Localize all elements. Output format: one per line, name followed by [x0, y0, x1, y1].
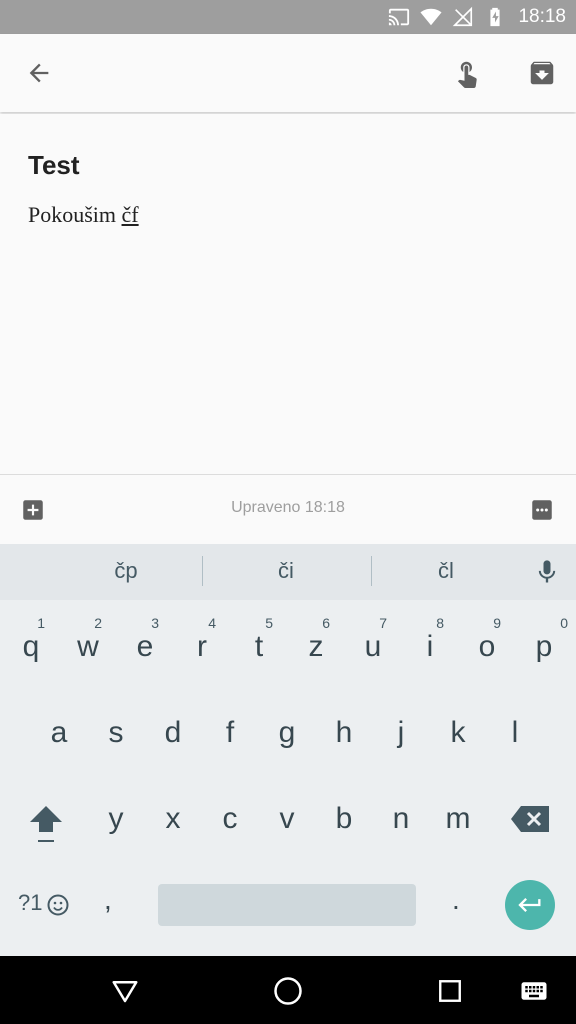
suggestion-divider	[371, 556, 372, 586]
note-body-text: Pokoušim	[28, 202, 122, 227]
symbols-key[interactable]: ?1	[18, 890, 42, 916]
enter-key[interactable]	[505, 880, 555, 930]
note-body[interactable]: Pokoušim čf	[28, 202, 139, 228]
key-g[interactable]: g	[259, 698, 315, 768]
key-d[interactable]: d	[145, 698, 201, 768]
key-f[interactable]: f	[202, 698, 258, 768]
nav-back-button[interactable]	[108, 974, 142, 1008]
key-x[interactable]: x	[145, 784, 201, 854]
status-bar: 18:18	[0, 0, 576, 34]
more-horiz-icon[interactable]	[529, 497, 555, 523]
recents-square-icon	[439, 980, 461, 1002]
key-r[interactable]: r4	[174, 612, 230, 682]
suggestion-1[interactable]: čp	[66, 558, 186, 584]
nav-recents-button[interactable]	[433, 974, 467, 1008]
key-a[interactable]: a	[31, 698, 87, 768]
suggestion-divider	[202, 556, 203, 586]
arrow-back-icon	[29, 63, 49, 83]
note-bottom-bar: Upraveno 18:18	[0, 474, 576, 544]
note-editor[interactable]: Test Pokoušim čf	[0, 114, 576, 474]
suggestion-2[interactable]: či	[226, 558, 346, 584]
key-k[interactable]: k	[430, 698, 486, 768]
key-t[interactable]: t5	[231, 612, 287, 682]
key-m[interactable]: m	[430, 784, 486, 854]
key-q[interactable]: q1	[3, 612, 59, 682]
battery-charging-icon	[490, 7, 501, 27]
back-button[interactable]	[18, 52, 60, 94]
composing-text: čf	[121, 202, 139, 227]
key-z[interactable]: z6	[288, 612, 344, 682]
note-title[interactable]: Test	[28, 150, 80, 181]
key-v[interactable]: v	[259, 784, 315, 854]
system-nav-bar	[0, 956, 576, 1024]
back-triangle-icon	[112, 981, 138, 1003]
key-j[interactable]: j	[373, 698, 429, 768]
nav-keyboard-button[interactable]	[517, 974, 551, 1008]
comma-key[interactable]: ,	[104, 884, 112, 916]
archive-button[interactable]	[521, 52, 563, 94]
nav-home-button[interactable]	[271, 974, 305, 1008]
key-l[interactable]: l	[487, 698, 543, 768]
space-bar[interactable]	[158, 884, 416, 926]
touch-app-icon	[457, 61, 477, 88]
key-w[interactable]: w2	[60, 612, 116, 682]
home-circle-icon	[274, 977, 302, 1005]
key-b[interactable]: b	[316, 784, 372, 854]
archive-icon	[530, 61, 554, 85]
key-y[interactable]: y	[88, 784, 144, 854]
no-signal-icon	[453, 6, 473, 27]
key-n[interactable]: n	[373, 784, 429, 854]
enter-arrow-icon	[518, 898, 541, 912]
soft-keyboard: čp či čl q1 w2 e3 r4 t5 z6 u7 i8 o9 p0 a…	[0, 544, 576, 956]
emoji-icon[interactable]	[46, 893, 70, 917]
key-o[interactable]: o9	[459, 612, 515, 682]
shift-key-icon[interactable]	[26, 802, 66, 846]
status-icons: 18:18	[388, 0, 566, 34]
suggestion-3[interactable]: čl	[386, 558, 506, 584]
microphone-icon[interactable]	[533, 556, 561, 588]
key-c[interactable]: c	[202, 784, 258, 854]
backspace-icon[interactable]	[509, 804, 551, 834]
note-toolbar	[0, 34, 576, 112]
key-u[interactable]: u7	[345, 612, 401, 682]
cast-icon	[389, 8, 410, 26]
key-e[interactable]: e3	[117, 612, 173, 682]
wifi-icon	[420, 8, 442, 26]
clock-time: 18:18	[518, 6, 566, 27]
key-s[interactable]: s	[88, 698, 144, 768]
key-i[interactable]: i8	[402, 612, 458, 682]
key-p[interactable]: p0	[516, 612, 572, 682]
reminder-touch-button[interactable]	[446, 52, 488, 94]
keyboard-switch-icon	[521, 982, 547, 1000]
key-h[interactable]: h	[316, 698, 372, 768]
period-key[interactable]: .	[452, 884, 460, 916]
suggestion-strip: čp či čl	[0, 544, 576, 600]
edited-timestamp: Upraveno 18:18	[231, 499, 345, 516]
